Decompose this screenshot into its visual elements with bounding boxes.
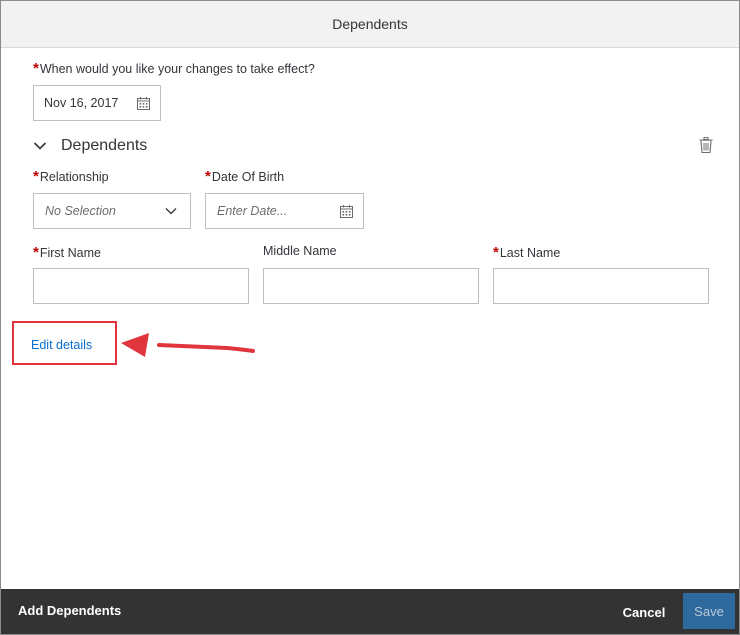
middle-name-label: Middle Name xyxy=(263,244,337,258)
dropdown-icon[interactable] xyxy=(165,207,177,215)
effective-date-label: *When would you like your changes to tak… xyxy=(33,60,315,77)
dob-picker[interactable]: Enter Date... xyxy=(205,193,364,229)
dialog-title: Dependents xyxy=(332,16,408,32)
trash-icon[interactable] xyxy=(699,137,713,153)
edit-details-link[interactable]: Edit details xyxy=(31,338,92,352)
edit-details-highlight: Edit details xyxy=(12,321,117,365)
dob-label: *Date Of Birth xyxy=(205,168,285,185)
effective-date-value: Nov 16, 2017 xyxy=(44,96,119,110)
section-title: Dependents xyxy=(61,137,148,154)
dependents-dialog: Dependents *When would you like your cha… xyxy=(0,0,740,635)
last-name-label: *Last Name xyxy=(493,244,561,261)
cancel-button[interactable]: Cancel xyxy=(611,598,677,626)
dialog-footer: Add Dependents Cancel Save xyxy=(1,589,739,634)
save-button[interactable]: Save xyxy=(683,593,735,629)
footer-title: Add Dependents xyxy=(18,603,122,618)
dialog-content: *When would you like your changes to tak… xyxy=(1,48,739,589)
dob-placeholder: Enter Date... xyxy=(217,204,288,218)
relationship-label: *Relationship xyxy=(33,168,109,185)
dialog-header: Dependents xyxy=(1,1,739,48)
first-name-label: *First Name xyxy=(33,244,101,261)
middle-name-input[interactable] xyxy=(263,268,479,304)
relationship-placeholder: No Selection xyxy=(45,204,116,218)
relationship-select[interactable]: No Selection xyxy=(33,193,191,229)
dependents-section-header: Dependents xyxy=(33,134,713,158)
last-name-input[interactable] xyxy=(493,268,709,304)
chevron-down-icon[interactable] xyxy=(33,139,47,153)
calendar-icon[interactable] xyxy=(137,97,150,110)
effective-date-picker[interactable]: Nov 16, 2017 xyxy=(33,85,161,121)
first-name-input[interactable] xyxy=(33,268,249,304)
arrow-annotation xyxy=(121,333,255,357)
calendar-icon[interactable] xyxy=(340,205,353,218)
